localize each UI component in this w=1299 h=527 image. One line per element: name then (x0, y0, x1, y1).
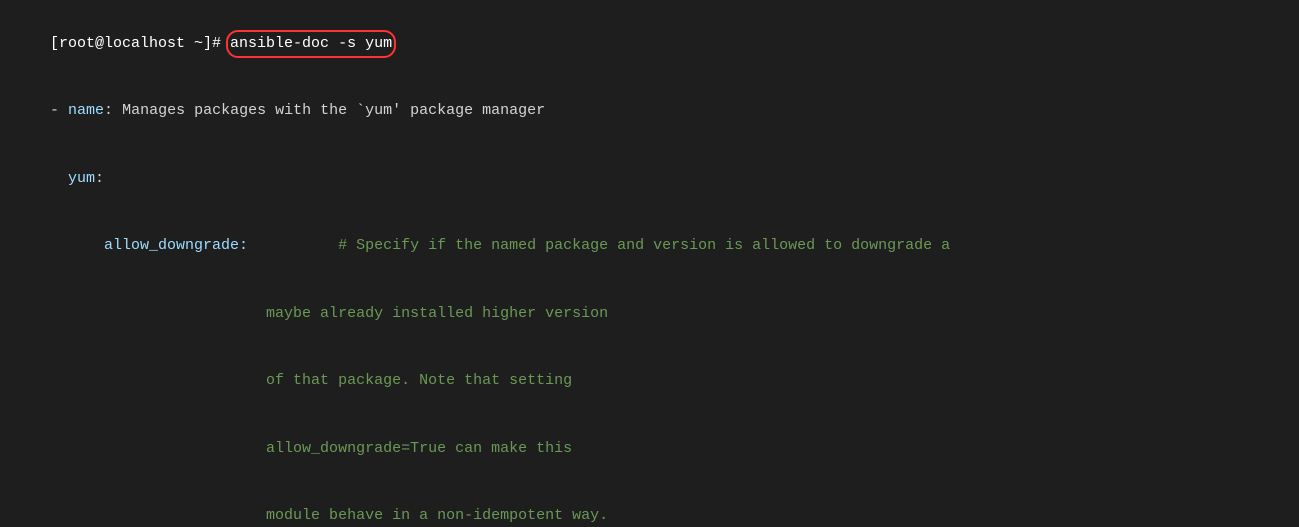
ad-line-4: allow_downgrade=True can make this (14, 415, 1285, 483)
output-name-line: - name: Manages packages with the `yum' … (14, 78, 1285, 146)
terminal-window: [root@localhost ~]# ansible-doc -s yum -… (0, 0, 1299, 527)
allow-downgrade-key: allow_downgrade: (50, 237, 248, 254)
ad-line-5: module behave in a non-idempotent way. (14, 483, 1285, 527)
allow-downgrade-line: allow_downgrade: # Specify if the named … (14, 213, 1285, 281)
ad-line-3: of that package. Note that setting (14, 348, 1285, 416)
output-yum-line: yum: (14, 145, 1285, 213)
ad-text-5: module behave in a non-idempotent way. (50, 507, 608, 524)
ad-line-2: maybe already installed higher version (14, 280, 1285, 348)
yum-key: yum (68, 170, 95, 187)
command-line: [root@localhost ~]# ansible-doc -s yum (14, 10, 1285, 78)
colon1: : (104, 102, 122, 119)
ad-text-4: allow_downgrade=True can make this (50, 440, 572, 457)
name-value: Manages packages with the `yum' package … (122, 102, 545, 119)
prompt: [root@localhost ~]# (50, 35, 230, 52)
ad-comment: # Specify if the named package and versi… (338, 237, 950, 254)
command-oval: ansible-doc -s yum (230, 33, 392, 56)
yum-colon: : (95, 170, 104, 187)
dash: - (50, 102, 68, 119)
name-key: name (68, 102, 104, 119)
ad-text-2: maybe already installed higher version (50, 305, 608, 322)
ad-spacing (248, 237, 338, 254)
yum-indent (50, 170, 68, 187)
command: ansible-doc -s yum (230, 35, 392, 52)
ad-text-3: of that package. Note that setting (50, 372, 572, 389)
